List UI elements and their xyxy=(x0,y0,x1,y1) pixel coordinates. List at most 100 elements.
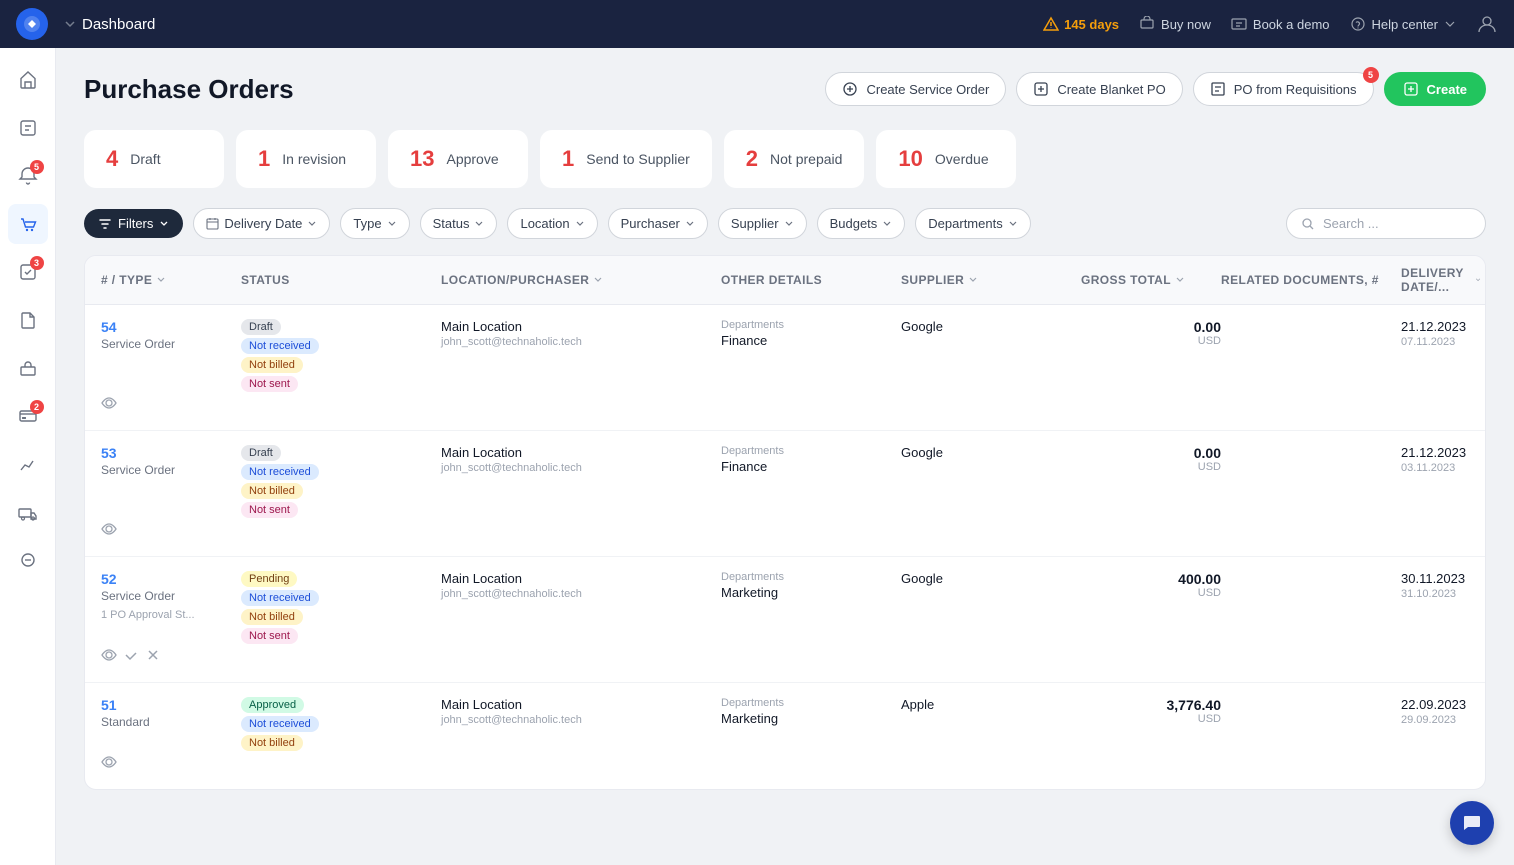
po-details-53: Departments Finance xyxy=(721,445,901,474)
filters-button[interactable]: Filters xyxy=(84,209,183,238)
tag-pending: Pending xyxy=(241,571,297,587)
status-card-not-prepaid[interactable]: 2 Not prepaid xyxy=(724,130,865,188)
sidebar-icon-home[interactable] xyxy=(8,60,48,100)
create-button[interactable]: Create xyxy=(1384,72,1486,106)
chat-bubble[interactable] xyxy=(1450,801,1494,845)
supplier-filter[interactable]: Supplier xyxy=(718,208,807,239)
sidebar-icon-inventory[interactable] xyxy=(8,348,48,388)
tag-not-sent: Not sent xyxy=(241,502,298,518)
tag-not-received: Not received xyxy=(241,716,319,732)
app-logo[interactable] xyxy=(16,8,48,40)
po-supplier-51: Apple xyxy=(901,697,1081,712)
po-number-51[interactable]: 51 xyxy=(101,697,241,713)
tag-not-received: Not received xyxy=(241,464,319,480)
help-center-btn[interactable]: Help center xyxy=(1350,16,1456,32)
col-supplier[interactable]: Supplier xyxy=(901,266,1081,294)
tag-draft: Draft xyxy=(241,319,281,335)
purchaser-filter[interactable]: Purchaser xyxy=(608,208,708,239)
sidebar-icon-settings[interactable] xyxy=(8,540,48,580)
po-details-54: Departments Finance xyxy=(721,319,901,348)
search-box[interactable]: Search ... xyxy=(1286,208,1486,239)
po-supplier-53: Google xyxy=(901,445,1081,460)
status-card-overdue[interactable]: 10 Overdue xyxy=(876,130,1016,188)
sidebar-icon-checklist[interactable]: 3 xyxy=(8,252,48,292)
col-gross-total[interactable]: Gross Total xyxy=(1081,266,1221,294)
status-card-send-to-supplier[interactable]: 1 Send to Supplier xyxy=(540,130,712,188)
sidebar-icon-payments[interactable]: 2 xyxy=(8,396,48,436)
po-amount-54: 0.00 USD xyxy=(1081,319,1221,347)
po-amount-53: 0.00 USD xyxy=(1081,445,1221,473)
page-header: Purchase Orders Create Service Order Cre… xyxy=(84,72,1486,106)
page-actions: Create Service Order Create Blanket PO P… xyxy=(825,72,1486,106)
po-number-53[interactable]: 53 xyxy=(101,445,241,461)
po-actions-54 xyxy=(101,395,241,416)
po-number-54[interactable]: 54 xyxy=(101,319,241,335)
po-type-53: Service Order xyxy=(101,463,241,477)
budgets-filter[interactable]: Budgets xyxy=(817,208,906,239)
buy-now-btn[interactable]: Buy now xyxy=(1139,16,1211,32)
status-card-approve[interactable]: 13 Approve xyxy=(388,130,528,188)
po-location-53: Main Location john_scott@technaholic.tec… xyxy=(441,445,721,474)
view-icon-52[interactable] xyxy=(101,647,117,668)
alert-days[interactable]: 145 days xyxy=(1043,16,1119,32)
status-card-draft[interactable]: 4 Draft xyxy=(84,130,224,188)
tag-not-billed: Not billed xyxy=(241,483,303,499)
po-tags-53: Draft Not received Not billed Not sent xyxy=(241,445,441,521)
po-details-52: Departments Marketing xyxy=(721,571,901,600)
po-actions-51 xyxy=(101,754,241,775)
tag-not-received: Not received xyxy=(241,590,319,606)
sidebar-icon-notifications[interactable]: 5 xyxy=(8,156,48,196)
book-demo-btn[interactable]: Book a demo xyxy=(1231,16,1330,32)
po-id-type-52: 52 Service Order 1 PO Approval St... xyxy=(101,571,241,621)
col-number-type[interactable]: # / Type xyxy=(101,266,241,294)
approve-icon-52[interactable] xyxy=(123,647,139,668)
tag-not-received: Not received xyxy=(241,338,319,354)
tag-not-sent: Not sent xyxy=(241,628,298,644)
location-filter[interactable]: Location xyxy=(507,208,597,239)
sidebar-icon-orders[interactable] xyxy=(8,108,48,148)
sidebar-icon-docs[interactable] xyxy=(8,300,48,340)
po-amount-51: 3,776.40 USD xyxy=(1081,697,1221,725)
status-card-in-revision[interactable]: 1 In revision xyxy=(236,130,376,188)
departments-filter[interactable]: Departments xyxy=(915,208,1030,239)
po-id-type-51: 51 Standard xyxy=(101,697,241,729)
purchase-orders-table: # / Type Status Location/Purchaser Other… xyxy=(84,255,1486,790)
po-location-51: Main Location john_scott@technaholic.tec… xyxy=(441,697,721,726)
create-service-order-button[interactable]: Create Service Order xyxy=(825,72,1006,106)
col-other-details: Other Details xyxy=(721,266,901,294)
po-details-51: Departments Marketing xyxy=(721,697,901,726)
sidebar: 5 3 2 xyxy=(0,48,56,865)
po-from-requisitions-button[interactable]: PO from Requisitions 5 xyxy=(1193,72,1374,106)
sidebar-icon-purchase[interactable] xyxy=(8,204,48,244)
status-filter[interactable]: Status xyxy=(420,208,498,239)
top-nav-right: 145 days Buy now Book a demo Help center xyxy=(1043,13,1498,35)
type-filter[interactable]: Type xyxy=(340,208,409,239)
dashboard-nav[interactable]: Dashboard xyxy=(64,16,155,33)
create-blanket-po-button[interactable]: Create Blanket PO xyxy=(1016,72,1182,106)
table-row: 53 Service Order Draft Not received Not … xyxy=(85,431,1485,557)
po-type-51: Standard xyxy=(101,715,241,729)
page-title: Purchase Orders xyxy=(84,74,294,105)
filter-row: Filters Delivery Date Type Status xyxy=(84,208,1486,239)
sidebar-icon-analytics[interactable] xyxy=(8,444,48,484)
tag-not-billed: Not billed xyxy=(241,735,303,751)
approval-text-52: 1 PO Approval St... xyxy=(101,609,241,621)
user-avatar[interactable] xyxy=(1476,13,1498,35)
view-icon-54[interactable] xyxy=(101,395,117,416)
po-supplier-52: Google xyxy=(901,571,1081,586)
po-actions-52 xyxy=(101,647,241,668)
col-location-purchaser[interactable]: Location/Purchaser xyxy=(441,266,721,294)
po-number-52[interactable]: 52 xyxy=(101,571,241,587)
sidebar-icon-logistics[interactable] xyxy=(8,492,48,532)
reject-icon-52[interactable] xyxy=(145,647,161,668)
view-icon-53[interactable] xyxy=(101,521,117,542)
table-row: 54 Service Order Draft Not received Not … xyxy=(85,305,1485,431)
table-row: 51 Standard Approved Not received Not bi… xyxy=(85,683,1485,789)
po-tags-52: Pending Not received Not billed Not sent xyxy=(241,571,441,647)
po-location-54: Main Location john_scott@technaholic.tec… xyxy=(441,319,721,348)
view-icon-51[interactable] xyxy=(101,754,117,775)
col-delivery-date[interactable]: Delivery Date/... xyxy=(1401,266,1481,294)
po-id-type-53: 53 Service Order xyxy=(101,445,241,477)
po-dates-51: 22.09.2023 29.09.2023 xyxy=(1401,697,1481,726)
delivery-date-filter[interactable]: Delivery Date xyxy=(193,208,330,239)
